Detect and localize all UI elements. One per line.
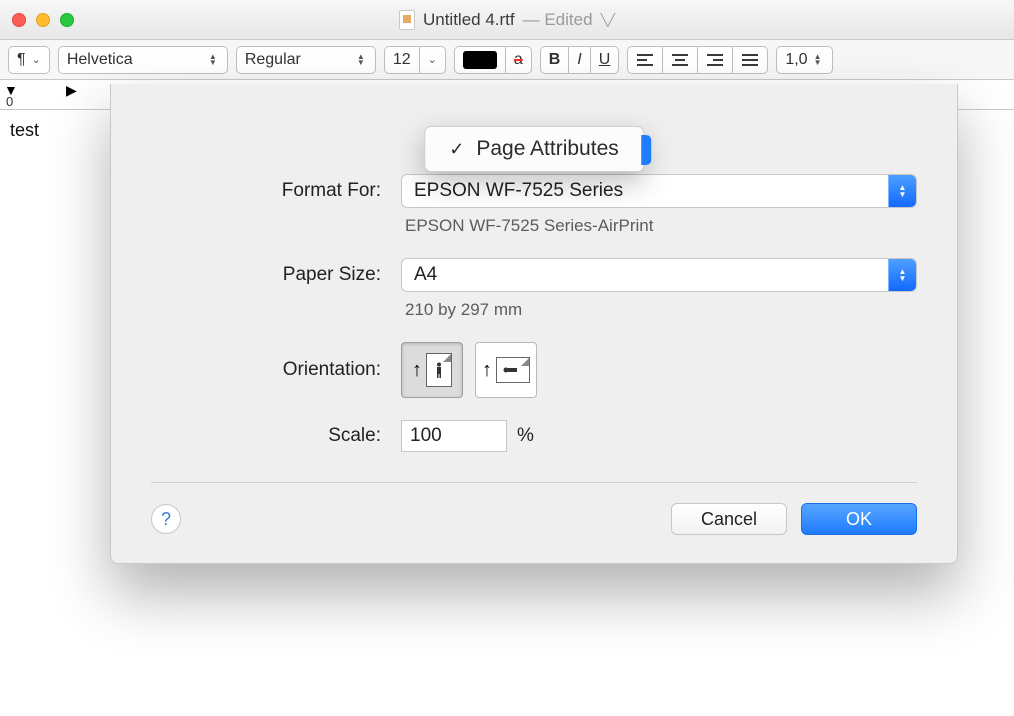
text-color-button[interactable] [454, 46, 505, 74]
format-for-select[interactable]: EPSON WF-7525 Series ▲▼ [401, 174, 917, 208]
italic-button[interactable]: I [568, 46, 589, 74]
stepper-icon: ▲▼ [814, 54, 824, 66]
page-landscape-icon [496, 357, 530, 383]
scale-label: Scale: [151, 425, 381, 447]
paper-size-select[interactable]: A4 ▲▼ [401, 258, 917, 292]
page-setup-sheet: ✓ Page Attributes Format For: EPSON WF-7… [110, 84, 958, 564]
strikethrough-color-button[interactable]: a [505, 46, 532, 74]
font-style-label: Regular [245, 51, 301, 69]
stepper-icon: ▲▼ [209, 54, 219, 66]
underline-button[interactable]: U [590, 46, 620, 74]
section-popup-end-icon [641, 135, 651, 165]
color-swatch-icon [463, 51, 497, 69]
help-label: ? [161, 509, 171, 530]
paragraph-menu[interactable]: ¶ ⌄ [8, 46, 50, 74]
line-spacing-label: 1,0 [785, 51, 807, 69]
person-icon [435, 362, 443, 378]
stepper-icon: ▲▼ [357, 54, 367, 66]
paper-size-value: A4 [414, 264, 437, 286]
align-justify-icon [741, 53, 759, 67]
underline-label: U [599, 51, 611, 69]
window-title[interactable]: Untitled 4.rtf — Edited ╲╱ [0, 10, 1014, 30]
check-icon: ✓ [449, 139, 464, 160]
align-left-button[interactable] [627, 46, 662, 74]
format-for-subtext: EPSON WF-7525 Series-AirPrint [401, 216, 917, 236]
scale-row: % [401, 420, 917, 452]
font-style-select[interactable]: Regular ▲▼ [236, 46, 376, 74]
cancel-button[interactable]: Cancel [671, 503, 787, 535]
ruler-zero-label: 0 [6, 94, 13, 109]
person-landscape-icon [503, 364, 521, 376]
filename-label: Untitled 4.rtf [423, 10, 515, 30]
section-popup-label: Page Attributes [476, 137, 618, 161]
chevron-down-icon: ⌄ [428, 53, 437, 66]
popup-arrows-icon: ▲▼ [888, 259, 916, 291]
divider [151, 482, 917, 483]
font-size-label: 12 [393, 51, 411, 69]
format-for-value: EPSON WF-7525 Series [414, 180, 623, 202]
align-right-button[interactable] [697, 46, 732, 74]
section-popup[interactable]: ✓ Page Attributes [424, 126, 644, 172]
page-portrait-icon [426, 353, 452, 387]
help-button[interactable]: ? [151, 504, 181, 534]
paper-size-label: Paper Size: [151, 264, 381, 286]
align-right-icon [706, 53, 724, 67]
orientation-group: ↑ ↑ [401, 342, 917, 398]
align-center-icon [671, 53, 689, 67]
italic-label: I [577, 51, 581, 69]
font-family-label: Helvetica [67, 51, 133, 69]
button-row: Cancel OK [671, 503, 917, 535]
toolbar: ¶ ⌄ Helvetica ▲▼ Regular ▲▼ 12 ⌄ a B I U [0, 40, 1014, 80]
ok-button[interactable]: OK [801, 503, 917, 535]
titlebar: Untitled 4.rtf — Edited ╲╱ [0, 0, 1014, 40]
edited-label: — Edited [523, 10, 593, 30]
orientation-label: Orientation: [151, 359, 381, 381]
font-family-select[interactable]: Helvetica ▲▼ [58, 46, 228, 74]
chevron-down-icon: ⌄ [32, 53, 41, 66]
popup-arrows-icon: ▲▼ [888, 175, 916, 207]
align-justify-button[interactable] [732, 46, 768, 74]
ok-label: OK [846, 509, 872, 530]
bold-button[interactable]: B [540, 46, 569, 74]
scale-input[interactable] [401, 420, 507, 452]
align-center-button[interactable] [662, 46, 697, 74]
orientation-portrait-button[interactable]: ↑ [401, 342, 463, 398]
font-size-field[interactable]: 12 [384, 46, 419, 74]
format-for-label: Format For: [151, 180, 381, 202]
font-size-menu[interactable]: ⌄ [419, 46, 446, 74]
window: Untitled 4.rtf — Edited ╲╱ ¶ ⌄ Helvetica… [0, 0, 1014, 716]
sheet-footer: ? Cancel OK [151, 503, 917, 535]
cancel-label: Cancel [701, 509, 757, 530]
paper-size-subtext: 210 by 297 mm [401, 300, 917, 320]
line-spacing-select[interactable]: 1,0 ▲▼ [776, 46, 832, 74]
title-chevron-icon: ╲╱ [601, 13, 615, 27]
align-left-icon [636, 53, 654, 67]
page-setup-form: Format For: EPSON WF-7525 Series ▲▼ EPSO… [151, 174, 917, 452]
arrow-up-icon: ↑ [482, 359, 492, 382]
orientation-landscape-button[interactable]: ↑ [475, 342, 537, 398]
tab-stop-marker[interactable]: ▶ [66, 82, 77, 99]
pilcrow-icon: ¶ [17, 51, 26, 69]
arrow-up-icon: ↑ [412, 359, 422, 382]
strike-sample-icon: a [514, 51, 523, 69]
percent-label: % [517, 425, 534, 447]
document-icon [399, 10, 415, 30]
bold-label: B [549, 51, 561, 69]
